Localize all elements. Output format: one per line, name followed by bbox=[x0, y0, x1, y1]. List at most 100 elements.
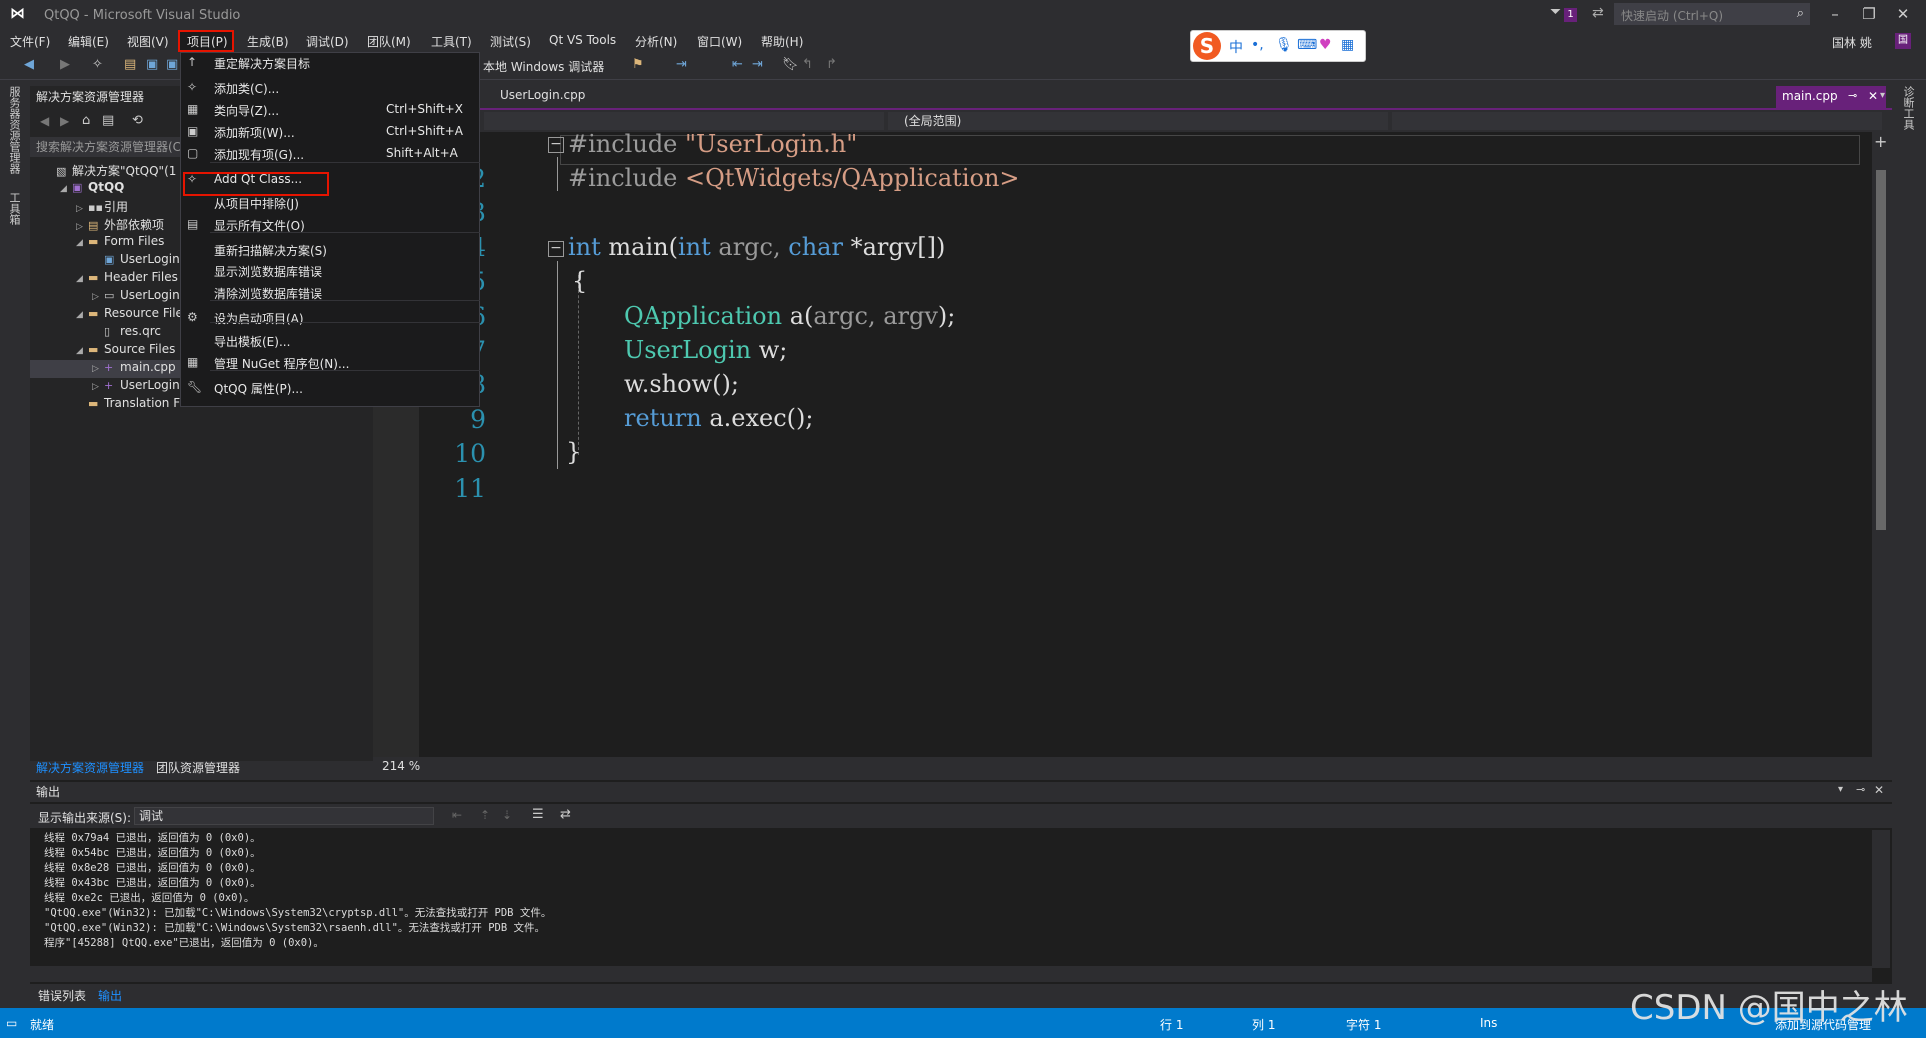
menu-qt-vs-tools[interactable]: Qt VS Tools bbox=[549, 33, 616, 47]
fold-collapse-icon[interactable]: − bbox=[548, 137, 564, 153]
diagnostics-tab[interactable]: 诊断工具 bbox=[1900, 86, 1916, 130]
menu-view[interactable]: 视图(V) bbox=[127, 33, 169, 50]
fold-collapse-icon[interactable]: − bbox=[548, 241, 564, 257]
tree-item[interactable]: ▷ + UserLogin bbox=[92, 378, 180, 396]
tree-item[interactable]: ◢ ▬ Header Files bbox=[76, 270, 178, 288]
tree-item[interactable]: ▧ 解决方案"QtQQ"(1 个 bbox=[44, 162, 192, 180]
close-window-button[interactable]: ✕ bbox=[1886, 3, 1920, 27]
menu-analyze[interactable]: 分析(N) bbox=[635, 33, 677, 50]
close-tab-icon[interactable]: ✕ bbox=[1868, 86, 1878, 106]
server-explorer-tab[interactable]: 服务器资源管理器 bbox=[6, 86, 22, 174]
ime-toolbar[interactable]: S 中 •, 🎙︎ ⌨ ♥ ▦ bbox=[1190, 30, 1366, 62]
restore-button[interactable]: ❐ bbox=[1852, 3, 1886, 27]
tab-team-explorer[interactable]: 团队资源管理器 bbox=[156, 759, 240, 776]
menu-team[interactable]: 团队(M) bbox=[367, 33, 411, 50]
tab-output[interactable]: 输出 bbox=[98, 987, 122, 1004]
tree-item[interactable]: ◢ ▬ Resource File bbox=[76, 306, 183, 324]
zoom-level-dropdown[interactable]: 214 % bbox=[382, 759, 420, 773]
menu-item[interactable]: 导出模板(E)... bbox=[180, 331, 480, 351]
tree-item[interactable]: ▷ + main.cpp bbox=[92, 360, 176, 378]
menu-window[interactable]: 窗口(W) bbox=[697, 33, 742, 50]
feedback-icon[interactable]: ⇄ bbox=[1592, 5, 1604, 21]
menu-file[interactable]: 文件(F) bbox=[10, 33, 50, 50]
scope-dropdown[interactable]: (全局范围) bbox=[888, 112, 1388, 130]
user-account-name[interactable]: 国林 姚 bbox=[1832, 34, 1872, 51]
tree-expander-icon[interactable]: ▷ bbox=[76, 204, 88, 214]
menu-test[interactable]: 测试(S) bbox=[490, 33, 531, 50]
forward-icon[interactable]: ▶ bbox=[60, 114, 69, 128]
minimize-button[interactable]: – bbox=[1818, 3, 1852, 27]
tree-expander-icon[interactable]: ▷ bbox=[92, 382, 104, 392]
tree-expander-icon[interactable]: ▷ bbox=[92, 364, 104, 374]
find-message-icon[interactable]: ⇤ bbox=[452, 808, 462, 822]
save-all-icon[interactable]: ▣ bbox=[166, 57, 178, 72]
tree-item[interactable]: ◢ ▬ Source Files bbox=[76, 342, 175, 360]
menu-edit[interactable]: 编辑(E) bbox=[68, 33, 109, 50]
microphone-icon[interactable]: 🎙︎ bbox=[1275, 37, 1293, 53]
menu-debug[interactable]: 调试(D) bbox=[306, 33, 349, 50]
menu-item[interactable]: 从项目中排除(J) bbox=[180, 193, 480, 213]
menu-item[interactable]: ✧ 添加类(C)... bbox=[180, 78, 480, 98]
user-avatar[interactable]: 国 bbox=[1895, 33, 1911, 49]
menu-item[interactable]: ▣ 添加新项(W)... Ctrl+Shift+A bbox=[180, 122, 480, 142]
new-project-icon[interactable]: ✧ bbox=[92, 57, 103, 72]
quick-launch-input[interactable]: 快速启动 (Ctrl+Q) ⌕ bbox=[1614, 3, 1810, 25]
menu-item[interactable]: ▢ 添加现有项(G)... Shift+Alt+A bbox=[180, 144, 480, 164]
tree-expander-icon[interactable]: ◢ bbox=[76, 238, 88, 248]
debug-target-dropdown[interactable]: 本地 Windows 调试器 bbox=[483, 58, 604, 75]
tree-expander-icon[interactable]: ▷ bbox=[92, 292, 104, 302]
tree-item[interactable]: ▷ ▪▪引用 bbox=[76, 198, 128, 216]
pin-icon[interactable]: ⊸ bbox=[1848, 86, 1857, 106]
clear-all-icon[interactable]: ☰ bbox=[532, 807, 544, 822]
menu-item[interactable]: ▦ 类向导(Z)... Ctrl+Shift+X bbox=[180, 100, 480, 120]
home-icon[interactable]: ⌂ bbox=[82, 113, 90, 128]
menu-item[interactable]: ⚙ 设为启动项目(A) bbox=[180, 308, 480, 328]
skin-icon[interactable]: ♥ bbox=[1319, 37, 1332, 53]
tab-userlogin-cpp[interactable]: UserLogin.cpp bbox=[500, 88, 585, 102]
tree-expander-icon[interactable]: ▷ bbox=[76, 222, 88, 232]
menu-build[interactable]: 生成(B) bbox=[247, 33, 289, 50]
toolbox-grid-icon[interactable]: ▦ bbox=[1341, 37, 1354, 53]
toolbox-tab[interactable]: 工具箱 bbox=[6, 192, 22, 225]
prev-message-icon[interactable]: ⇡ bbox=[480, 808, 490, 822]
tab-error-list[interactable]: 错误列表 bbox=[38, 987, 86, 1004]
menu-item[interactable]: 显示浏览数据库错误 bbox=[180, 261, 480, 281]
tab-overflow-icon[interactable]: ▾ bbox=[1880, 90, 1885, 101]
step-icon[interactable]: ⇥ bbox=[676, 57, 687, 72]
panel-menu-icon[interactable]: ▾ bbox=[1838, 784, 1843, 795]
navigate-forward-icon[interactable]: ▶ bbox=[60, 57, 70, 72]
split-window-icon[interactable]: + bbox=[1874, 132, 1887, 151]
tree-item[interactable]: ▷ ▭ UserLogin bbox=[92, 288, 180, 306]
tree-item[interactable]: ▯ res.qrc bbox=[92, 324, 161, 342]
ime-chinese-mode-icon[interactable]: 中 bbox=[1229, 37, 1243, 57]
tree-expander-icon[interactable]: ◢ bbox=[76, 274, 88, 284]
keyboard-icon[interactable]: ⌨ bbox=[1297, 37, 1317, 53]
ime-punctuation-icon[interactable]: •, bbox=[1251, 37, 1264, 53]
menu-tools[interactable]: 工具(T) bbox=[431, 33, 472, 50]
menu-project[interactable]: 项目(P) bbox=[187, 33, 228, 50]
tree-expander-icon[interactable]: ◢ bbox=[76, 346, 88, 356]
menu-help[interactable]: 帮助(H) bbox=[761, 33, 803, 50]
output-horizontal-scrollbar[interactable] bbox=[30, 966, 1872, 982]
tree-item[interactable]: ◢ ▣ QtQQ bbox=[60, 180, 124, 198]
next-bookmark-icon[interactable]: ↱ bbox=[826, 57, 837, 72]
tree-expander-icon[interactable]: ◢ bbox=[60, 184, 72, 194]
indent-icon[interactable]: ⇤ bbox=[732, 57, 743, 72]
sync-icon[interactable]: ⟲ bbox=[132, 113, 143, 128]
editor-scroll-thumb[interactable] bbox=[1876, 170, 1886, 530]
tab-solution-explorer[interactable]: 解决方案资源管理器 bbox=[36, 759, 144, 776]
outdent-icon[interactable]: ⇥ bbox=[752, 57, 763, 72]
navigate-back-icon[interactable]: ◀ bbox=[24, 57, 34, 72]
editor-horizontal-scrollbar[interactable] bbox=[373, 757, 1891, 777]
menu-item[interactable]: 🔧︎ QtQQ 属性(P)... bbox=[180, 378, 480, 398]
open-file-icon[interactable]: ▤ bbox=[124, 57, 136, 72]
member-dropdown[interactable] bbox=[1392, 112, 1882, 130]
menu-item[interactable]: ↑ 重定解决方案目标 bbox=[180, 53, 480, 73]
tab-main-cpp[interactable]: main.cpp ⊸ ✕ bbox=[1776, 86, 1886, 108]
notification-count-badge[interactable]: 1 bbox=[1564, 8, 1577, 22]
tree-item[interactable]: ◢ ▬ Form Files bbox=[76, 234, 164, 252]
next-message-icon[interactable]: ⇣ bbox=[502, 808, 512, 822]
output-vertical-scrollbar[interactable] bbox=[1872, 830, 1890, 968]
switch-views-icon[interactable]: ▤ bbox=[102, 113, 114, 128]
pin-icon[interactable]: ⊸ bbox=[1856, 783, 1865, 796]
